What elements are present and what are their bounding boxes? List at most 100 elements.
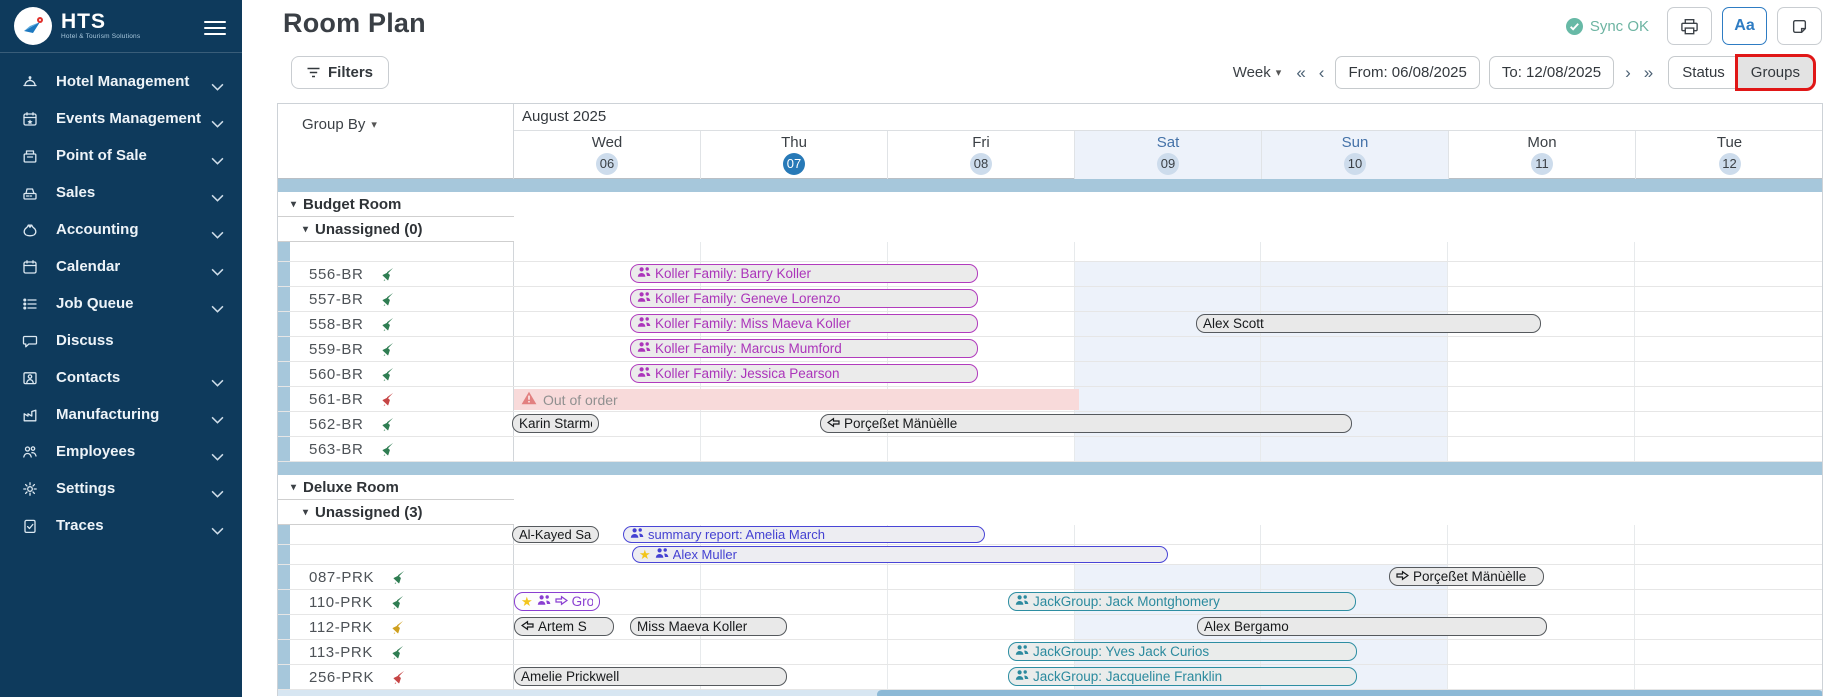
notes-button[interactable] <box>1777 7 1822 45</box>
scrollbar-thumb[interactable] <box>877 690 1823 696</box>
group-by-dropdown[interactable]: Group By ▾ <box>302 116 377 133</box>
grid-cell[interactable] <box>1261 545 1448 564</box>
booking-bar[interactable]: summary report: Amelia March <box>623 526 985 543</box>
sidebar-item-traces[interactable]: Traces <box>0 507 242 544</box>
booking-bar[interactable]: Al-Kayed Sal <box>512 526 599 543</box>
sidebar-item-discuss[interactable]: Discuss <box>0 322 242 359</box>
prev-button[interactable]: ‹ <box>1317 64 1327 81</box>
grid-cell[interactable] <box>1635 387 1822 411</box>
booking-bar[interactable]: Porçeßet Mänùèlle <box>1389 567 1544 586</box>
prev-page-button[interactable]: « <box>1294 64 1307 81</box>
grid-cell[interactable] <box>1261 362 1448 386</box>
sidebar-item-manufacturing[interactable]: Manufacturing <box>0 396 242 433</box>
grid-cell[interactable] <box>1075 337 1262 361</box>
booking-bar[interactable]: ★Group <box>514 592 600 611</box>
grid-cell[interactable] <box>1635 412 1822 436</box>
grid-cell[interactable] <box>1635 665 1822 689</box>
grid-cell[interactable] <box>1075 362 1262 386</box>
grid-cell[interactable] <box>1448 412 1635 436</box>
subgroup-header-unassigned[interactable]: ▾ Unassigned (0) <box>278 217 1822 242</box>
grid-cell[interactable] <box>1261 262 1448 286</box>
booking-bar[interactable]: Koller Family: Geneve Lorenzo <box>630 289 978 308</box>
grid-cell[interactable] <box>1075 262 1262 286</box>
group-header-budget-room[interactable]: ▾ Budget Room <box>278 192 1822 217</box>
grid-cell[interactable] <box>1635 640 1822 664</box>
grid-cell[interactable] <box>1075 525 1262 544</box>
grid-cell[interactable] <box>701 565 888 589</box>
booking-bar[interactable]: JackGroup: Jacqueline Franklin <box>1008 667 1357 686</box>
grid-cell[interactable] <box>1448 287 1635 311</box>
grid-cell[interactable] <box>1075 387 1262 411</box>
next-button[interactable]: › <box>1623 64 1633 81</box>
grid-cell[interactable] <box>1261 437 1448 461</box>
out-of-order-band[interactable]: Out of order <box>514 389 1079 410</box>
grid-cell[interactable] <box>1448 545 1635 564</box>
grid-cell[interactable] <box>1261 387 1448 411</box>
sidebar-item-calendar[interactable]: Calendar <box>0 248 242 285</box>
grid-cell[interactable] <box>701 242 888 261</box>
sidebar-item-point-of-sale[interactable]: Point of Sale <box>0 137 242 174</box>
grid-cell[interactable] <box>1448 590 1635 614</box>
subgroup-header-unassigned[interactable]: ▾ Unassigned (3) <box>278 500 1822 525</box>
booking-bar[interactable]: ★Alex Muller <box>632 546 1168 563</box>
grid-cell[interactable] <box>888 615 1075 639</box>
grid-cell[interactable] <box>1075 287 1262 311</box>
booking-bar[interactable]: Koller Family: Marcus Mumford <box>630 339 978 358</box>
sidebar-item-job-queue[interactable]: Job Queue <box>0 285 242 322</box>
grid-cell[interactable] <box>701 590 888 614</box>
grid-cell[interactable] <box>1075 242 1262 261</box>
booking-bar[interactable]: Alex Bergamo <box>1197 617 1547 636</box>
grid-cell[interactable] <box>1635 590 1822 614</box>
grid-cell[interactable] <box>514 242 701 261</box>
sidebar-item-settings[interactable]: Settings <box>0 470 242 507</box>
grid-cell[interactable] <box>888 565 1075 589</box>
grid-cell[interactable] <box>1448 242 1635 261</box>
sidebar-item-events-management[interactable]: Events Management <box>0 100 242 137</box>
grid-cell[interactable] <box>1635 437 1822 461</box>
grid-cell[interactable] <box>1448 262 1635 286</box>
grid-cell[interactable] <box>1261 242 1448 261</box>
grid-cell[interactable] <box>1261 337 1448 361</box>
booking-bar[interactable]: Karin Starme <box>512 414 599 433</box>
booking-bar[interactable]: Koller Family: Jessica Pearson <box>630 364 978 383</box>
grid-cell[interactable] <box>701 437 888 461</box>
sidebar-item-accounting[interactable]: Accounting <box>0 211 242 248</box>
grid-cell[interactable] <box>514 640 701 664</box>
groups-toggle-button[interactable]: Groups <box>1738 57 1813 88</box>
grid-cell[interactable] <box>1635 242 1822 261</box>
grid-cell[interactable] <box>1635 545 1822 564</box>
grid-cell[interactable] <box>1448 387 1635 411</box>
range-select[interactable]: Week ▾ <box>1233 64 1282 81</box>
grid-cell[interactable] <box>1448 362 1635 386</box>
filters-button[interactable]: Filters <box>291 56 389 89</box>
booking-bar[interactable]: JackGroup: Yves Jack Curios <box>1008 642 1357 661</box>
booking-bar[interactable]: Koller Family: Barry Koller <box>630 264 978 283</box>
grid-cell[interactable] <box>701 640 888 664</box>
group-header-deluxe-room[interactable]: ▾ Deluxe Room <box>278 475 1822 500</box>
grid-cell[interactable] <box>1261 525 1448 544</box>
booking-bar[interactable]: Artem S <box>514 617 614 636</box>
print-button[interactable] <box>1667 7 1712 45</box>
grid-cell[interactable] <box>888 242 1075 261</box>
grid-cell[interactable] <box>1635 525 1822 544</box>
grid-cell[interactable] <box>1448 665 1635 689</box>
grid-cell[interactable] <box>514 437 701 461</box>
grid-cell[interactable] <box>1635 287 1822 311</box>
booking-bar[interactable]: Miss Maeva Koller <box>630 617 787 636</box>
grid-cell[interactable] <box>1075 437 1262 461</box>
next-page-button[interactable]: » <box>1642 64 1655 81</box>
booking-bar[interactable]: JackGroup: Jack Montghomery <box>1008 592 1356 611</box>
from-date-input[interactable]: From: 06/08/2025 <box>1335 56 1479 89</box>
grid-cell[interactable] <box>1448 640 1635 664</box>
grid-cell[interactable] <box>1448 337 1635 361</box>
grid-cell[interactable] <box>514 565 701 589</box>
grid-cell[interactable] <box>1448 525 1635 544</box>
horizontal-scrollbar[interactable] <box>278 690 1822 696</box>
to-date-input[interactable]: To: 12/08/2025 <box>1489 56 1614 89</box>
grid-cell[interactable] <box>1635 615 1822 639</box>
grid-cell[interactable] <box>1635 337 1822 361</box>
font-size-button[interactable]: Aa <box>1722 7 1767 45</box>
hamburger-menu-icon[interactable] <box>204 17 226 39</box>
booking-bar[interactable]: Koller Family: Miss Maeva Koller <box>630 314 978 333</box>
booking-bar[interactable]: Amelie Prickwell <box>514 667 787 686</box>
